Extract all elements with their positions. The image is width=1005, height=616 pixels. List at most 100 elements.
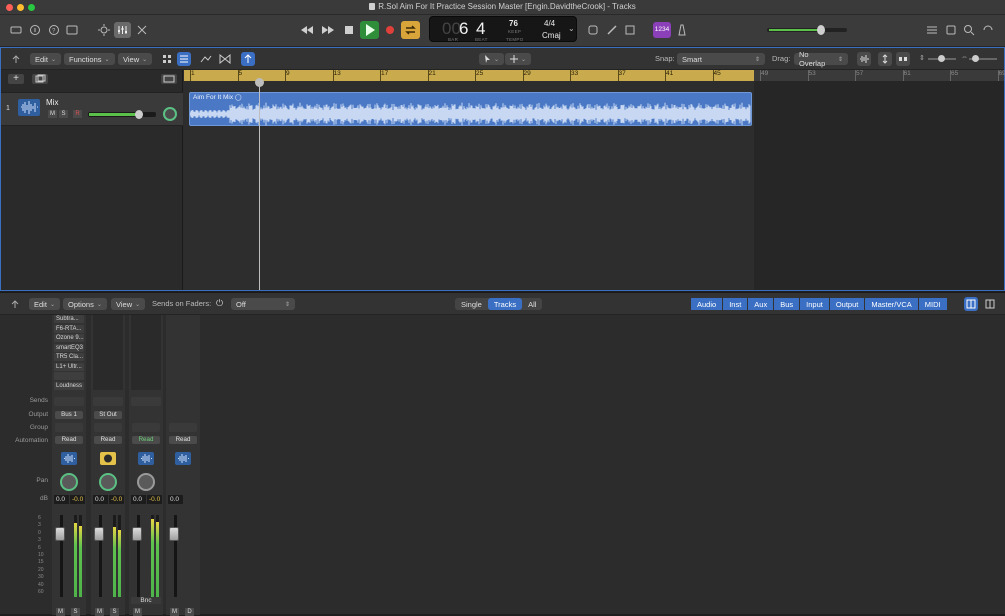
back-arrow-icon[interactable] xyxy=(9,52,23,66)
plugin-slot[interactable]: Ozone 9... xyxy=(54,334,84,342)
list-view-icon[interactable] xyxy=(925,23,939,37)
fast-forward-icon[interactable] xyxy=(319,23,337,37)
send-slot[interactable] xyxy=(131,397,161,406)
audio-channel-icon[interactable] xyxy=(175,452,191,465)
volume-fader-handle[interactable] xyxy=(94,527,104,541)
filter-master-vca[interactable]: Master/VCA xyxy=(865,298,917,310)
filter-output[interactable]: Output xyxy=(830,298,865,310)
track-pan-knob[interactable] xyxy=(163,107,177,121)
play-button[interactable] xyxy=(360,21,379,39)
playhead-handle[interactable] xyxy=(255,78,264,87)
stop-icon[interactable] xyxy=(342,23,356,37)
vertical-zoom-handle[interactable] xyxy=(938,55,945,62)
audio-region[interactable]: Aim For It Mix ◯ xyxy=(189,92,752,126)
lcd-display[interactable]: 00 6 4 BAR BEAT 76 KEEP TEMPO 4/4 Cmaj xyxy=(429,16,577,42)
peak-value[interactable]: -0.0 xyxy=(147,495,162,504)
count-in-button[interactable]: 1234 xyxy=(653,22,671,38)
flex-icon[interactable] xyxy=(218,52,232,66)
plugin-slot[interactable]: smartEQ3 xyxy=(54,344,84,352)
filter-bus[interactable]: Bus xyxy=(774,298,799,310)
mixer-view-menu[interactable]: View⌄ xyxy=(111,298,145,310)
peak-value[interactable]: -0.0 xyxy=(109,495,124,504)
tracks-functions-menu[interactable]: Functions⌄ xyxy=(64,53,115,65)
horizontal-zoom-icon[interactable] xyxy=(896,52,910,66)
strip-solo-button[interactable]: S xyxy=(71,608,80,616)
list-view-toggle-icon[interactable] xyxy=(177,52,191,66)
output-select[interactable]: St Out xyxy=(94,411,122,419)
master-volume-handle[interactable] xyxy=(817,25,825,35)
grid-view-icon[interactable] xyxy=(160,52,174,66)
notepad-icon[interactable] xyxy=(623,23,637,37)
audio-channel-icon[interactable] xyxy=(138,452,154,465)
automation-select[interactable]: Read xyxy=(132,436,160,444)
strip-mute-button[interactable]: M xyxy=(170,608,179,616)
strip-solo-button[interactable]: S xyxy=(110,608,119,616)
plugin-slot[interactable]: L1+ Ultr... xyxy=(54,363,84,371)
send-slot[interactable] xyxy=(54,397,84,406)
volume-value[interactable]: 0.0 xyxy=(168,495,183,504)
plugin-area-empty[interactable] xyxy=(131,315,161,390)
catch-playhead-icon[interactable] xyxy=(241,52,255,66)
cycle-button[interactable] xyxy=(401,21,420,39)
vertical-zoom-icon[interactable] xyxy=(878,52,892,66)
plugin-area-empty[interactable] xyxy=(93,315,123,390)
group-slot[interactable] xyxy=(94,423,122,432)
plugin-slot[interactable] xyxy=(54,372,84,380)
inspector-icon[interactable] xyxy=(28,23,42,37)
volume-value[interactable]: 0.0 xyxy=(131,495,146,504)
plugin-slot[interactable]: TR5 Cla... xyxy=(54,353,84,361)
automation-select[interactable]: Read xyxy=(169,436,197,444)
group-slot[interactable] xyxy=(55,423,83,432)
power-icon[interactable]: ⏻ xyxy=(216,298,223,309)
quick-help-icon[interactable]: ? xyxy=(47,23,61,37)
track-mute-button[interactable]: M xyxy=(48,110,57,118)
editors-icon[interactable] xyxy=(135,23,149,37)
filter-audio[interactable]: Audio xyxy=(691,298,722,310)
peak-value[interactable]: -0.0 xyxy=(70,495,85,504)
mixer-icon[interactable] xyxy=(114,22,131,38)
horizontal-zoom-slider[interactable] xyxy=(969,58,997,60)
bus-channel-icon[interactable] xyxy=(100,452,116,465)
tracks-view-menu[interactable]: View⌄ xyxy=(118,53,152,65)
record-icon[interactable] xyxy=(383,23,397,37)
lcd-dropdown-chevron-icon[interactable]: ⌄ xyxy=(568,24,575,33)
output-select[interactable]: Bus 1 xyxy=(55,411,83,419)
snap-select[interactable]: Smart⇕ xyxy=(677,53,765,65)
horizontal-zoom-handle[interactable] xyxy=(972,55,979,62)
arrange-empty-area[interactable] xyxy=(754,81,1004,290)
view-mode-all[interactable]: All xyxy=(522,298,542,310)
tracks-edit-menu[interactable]: Edit⌄ xyxy=(30,53,61,65)
track-volume-handle[interactable] xyxy=(135,110,143,119)
add-track-button[interactable]: + xyxy=(8,74,24,84)
track-record-button[interactable]: R xyxy=(73,110,82,118)
track-solo-button[interactable]: S xyxy=(59,110,68,118)
library-icon[interactable] xyxy=(9,23,23,37)
view-mode-single[interactable]: Single xyxy=(455,298,488,310)
strip-solo-button[interactable]: D xyxy=(185,608,194,616)
narrow-strips-icon[interactable] xyxy=(964,297,978,311)
master-volume-slider[interactable] xyxy=(767,28,847,32)
filter-aux[interactable]: Aux xyxy=(748,298,773,310)
pan-knob[interactable] xyxy=(99,473,117,491)
plugin-slot[interactable]: Loudness xyxy=(54,382,84,390)
track-volume-slider[interactable] xyxy=(88,112,156,117)
filter-input[interactable]: Input xyxy=(800,298,829,310)
view-mode-tracks[interactable]: Tracks xyxy=(488,298,522,310)
filter-inst[interactable]: Inst xyxy=(723,298,747,310)
pan-knob[interactable] xyxy=(137,473,155,491)
note-icon[interactable] xyxy=(944,23,958,37)
wide-strips-icon[interactable] xyxy=(983,297,997,311)
browser-search-icon[interactable] xyxy=(962,23,976,37)
smart-controls-icon[interactable] xyxy=(97,23,111,37)
volume-fader-handle[interactable] xyxy=(55,527,65,541)
pointer-tool-menu[interactable]: ⌄ xyxy=(479,53,504,65)
metronome-icon[interactable] xyxy=(675,23,689,37)
pan-knob[interactable] xyxy=(60,473,78,491)
playhead[interactable] xyxy=(259,81,260,290)
rewind-icon[interactable] xyxy=(298,23,316,37)
strip-mute-button[interactable]: M xyxy=(56,608,65,616)
duplicate-track-button[interactable] xyxy=(32,74,48,84)
drag-select[interactable]: No Overlap⇕ xyxy=(794,53,848,65)
automation-select[interactable]: Read xyxy=(55,436,83,444)
vertical-zoom-slider[interactable] xyxy=(928,58,956,60)
